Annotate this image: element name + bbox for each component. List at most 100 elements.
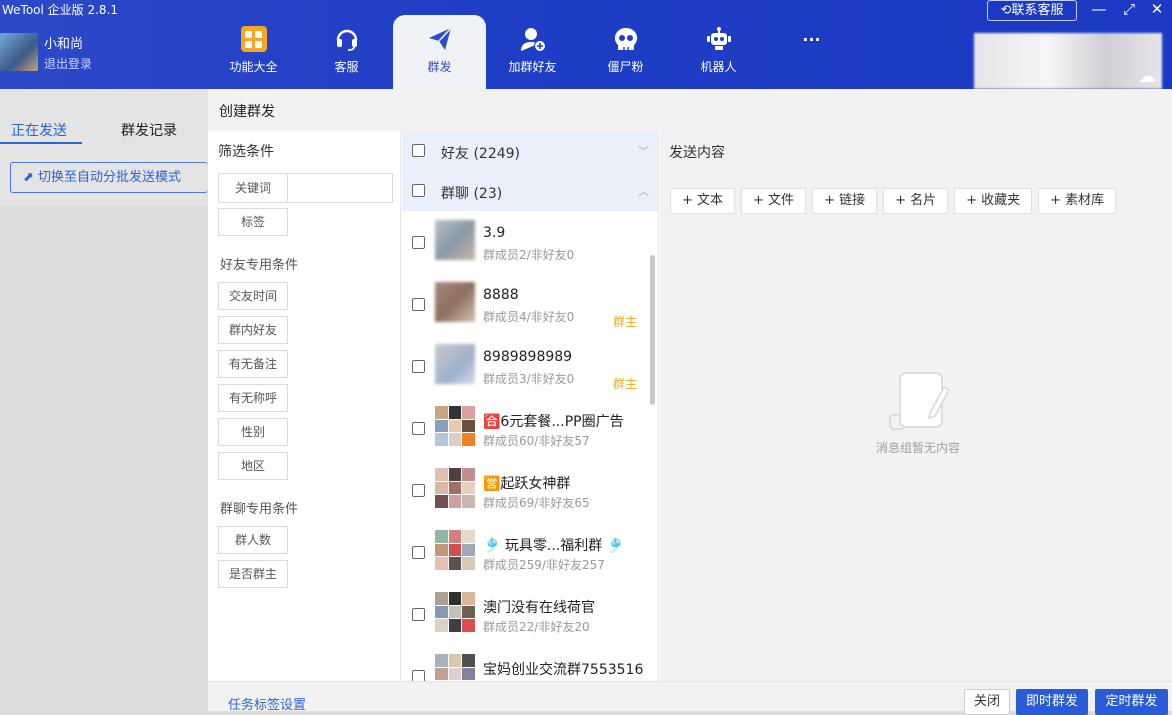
chip-in-group-friend[interactable]: 群内好友	[218, 316, 288, 344]
filter-title: 筛选条件	[218, 144, 274, 160]
group-stats: 群成员22/非好友20	[483, 620, 590, 634]
headset-icon	[332, 24, 362, 54]
friends-checkbox[interactable]	[412, 144, 425, 157]
tag-chip[interactable]: 标签	[218, 208, 288, 236]
list-scrollbar[interactable]	[650, 255, 655, 405]
friends-group-label: 好友 (2249)	[441, 143, 520, 163]
switch-mode-label: 切换至自动分批发送模式	[38, 170, 182, 185]
chats-group-header[interactable]: 群聊 (23) ︿	[402, 171, 658, 211]
group-stats: 群成员3/非好友0	[483, 372, 575, 386]
group-name: 澳门没有在线荷官	[483, 600, 595, 616]
send-content-title: 发送内容	[669, 145, 725, 161]
chip-is-owner[interactable]: 是否群主	[218, 560, 288, 588]
group-stats: 群成员2/非好友0	[483, 248, 575, 262]
row-checkbox[interactable]	[412, 236, 425, 249]
list-item[interactable]: 3.9 群成员2/非好友0	[402, 211, 649, 273]
tab-history[interactable]: 群发记录	[121, 120, 177, 140]
nav-add-friends[interactable]: 加群好友	[486, 15, 579, 89]
keyword-input[interactable]	[287, 173, 393, 203]
row-checkbox[interactable]	[412, 608, 425, 621]
list-item[interactable]: 🈴6元套餐...PP圈广告 群成员60/非好友57	[402, 397, 649, 459]
group-name: 宝妈创业交流群7553516	[483, 662, 644, 678]
owner-badge: 群主	[612, 377, 637, 391]
owner-badge: 群主	[612, 315, 637, 329]
nav-label: 群发	[427, 60, 452, 74]
group-name: 3.9	[483, 225, 506, 241]
add-favorite-button[interactable]: + 收藏夹	[954, 188, 1033, 214]
nav-label: 功能大全	[229, 60, 278, 74]
logout-link[interactable]: 退出登录	[44, 55, 92, 72]
nav-service[interactable]: 客服	[300, 15, 393, 89]
avatar[interactable]	[0, 33, 38, 71]
group-avatar	[435, 530, 475, 570]
close-button[interactable]: 关闭	[964, 689, 1010, 715]
row-checkbox[interactable]	[412, 670, 425, 681]
row-checkbox[interactable]	[412, 546, 425, 559]
switch-mode-button[interactable]: ⬈ 切换至自动分批发送模式	[10, 162, 208, 193]
cloud-icon[interactable]: ☁	[1138, 66, 1156, 87]
group-avatar	[435, 282, 475, 322]
minimize-icon[interactable]: —	[1087, 0, 1111, 20]
add-text-button[interactable]: + 文本	[670, 188, 736, 214]
target-list: 好友 (2249) ﹀ 群聊 (23) ︿ 3.9 群成员2/非好友0 8888…	[402, 131, 659, 681]
chip-has-remark[interactable]: 有无备注	[218, 350, 288, 378]
list-item[interactable]: 8888 群成员4/非好友0 群主	[402, 273, 649, 335]
maximize-icon[interactable]: ⤢	[1117, 0, 1141, 20]
filter-panel: 筛选条件 关键词 标签 好友专用条件 交友时间 群内好友 有无备注 有无称呼 性…	[208, 131, 401, 681]
group-avatar	[435, 592, 475, 632]
chip-has-title[interactable]: 有无称呼	[218, 384, 288, 412]
friends-group-header[interactable]: 好友 (2249) ﹀	[402, 131, 658, 171]
blurred-profile	[974, 33, 1162, 89]
list-item[interactable]: 🈺起跃女神群 群成员69/非好友65	[402, 459, 649, 521]
content-toolbar: + 文本 + 文件 + 链接 + 名片 + 收藏夹 + 素材库	[670, 188, 1117, 214]
add-material-button[interactable]: + 素材库	[1038, 188, 1117, 214]
group-name: 8989898989	[483, 349, 573, 365]
list-item[interactable]: 🎐 玩具零...福利群 🎐 群成员259/非好友257	[402, 521, 649, 583]
nav-robot[interactable]: 机器人	[672, 15, 765, 89]
row-checkbox[interactable]	[412, 298, 425, 311]
group-name: 🈺起跃女神群	[483, 476, 571, 492]
group-avatar	[435, 406, 475, 446]
chevron-up-icon: ︿	[638, 185, 649, 198]
arrow-up-right-icon: ⬈	[23, 170, 34, 185]
row-checkbox[interactable]	[412, 422, 425, 435]
nav-features[interactable]: 功能大全	[207, 15, 300, 89]
group-avatar	[435, 468, 475, 508]
add-card-button[interactable]: + 名片	[883, 188, 949, 214]
chip-region[interactable]: 地区	[218, 452, 288, 480]
friend-section-title: 好友专用条件	[220, 258, 299, 273]
row-checkbox[interactable]	[412, 484, 425, 497]
nav-more[interactable]: ···	[765, 15, 858, 89]
tab-sending[interactable]: 正在发送	[11, 120, 67, 140]
chip-group-size[interactable]: 群人数	[218, 526, 288, 554]
add-file-button[interactable]: + 文件	[741, 188, 807, 214]
close-window-icon[interactable]: ✕	[1145, 0, 1169, 20]
chats-checkbox[interactable]	[412, 184, 425, 197]
group-avatar	[435, 220, 475, 260]
list-item[interactable]: 8989898989 群成员3/非好友0 群主	[402, 335, 649, 397]
group-stats: 群成员4/非好友0	[483, 310, 575, 324]
list-item[interactable]: 澳门没有在线荷官 群成员22/非好友20	[402, 583, 649, 645]
contact-support-button[interactable]: ⟲联系客服	[987, 0, 1077, 21]
row-checkbox[interactable]	[412, 360, 425, 373]
chip-friend-time[interactable]: 交友时间	[218, 282, 288, 310]
nav-mass-send[interactable]: 群发	[393, 15, 486, 89]
add-link-button[interactable]: + 链接	[812, 188, 878, 214]
group-avatar	[435, 344, 475, 384]
tab-bar: 正在发送 群发记录	[0, 89, 208, 144]
nav-zombie-fans[interactable]: 僵尸粉	[579, 15, 672, 89]
group-avatar	[435, 654, 475, 681]
empty-message: 消息组暂无内容	[875, 441, 960, 455]
app-title: WeTool 企业版 2.8.1	[2, 3, 119, 17]
refresh-icon: ⟲	[1000, 3, 1012, 18]
task-tag-settings-link[interactable]: 任务标签设置	[228, 694, 306, 713]
nav-label: 加群好友	[508, 60, 557, 74]
send-now-button[interactable]: 即时群发	[1016, 689, 1088, 715]
grid-icon	[239, 24, 269, 54]
scheduled-send-button[interactable]: 定时群发	[1095, 689, 1168, 715]
chip-gender[interactable]: 性别	[218, 418, 288, 446]
add-user-icon	[518, 24, 548, 54]
chevron-down-icon: ﹀	[638, 145, 649, 158]
list-item[interactable]: 宝妈创业交流群7553516	[402, 645, 649, 681]
chats-count: (23)	[473, 186, 503, 202]
